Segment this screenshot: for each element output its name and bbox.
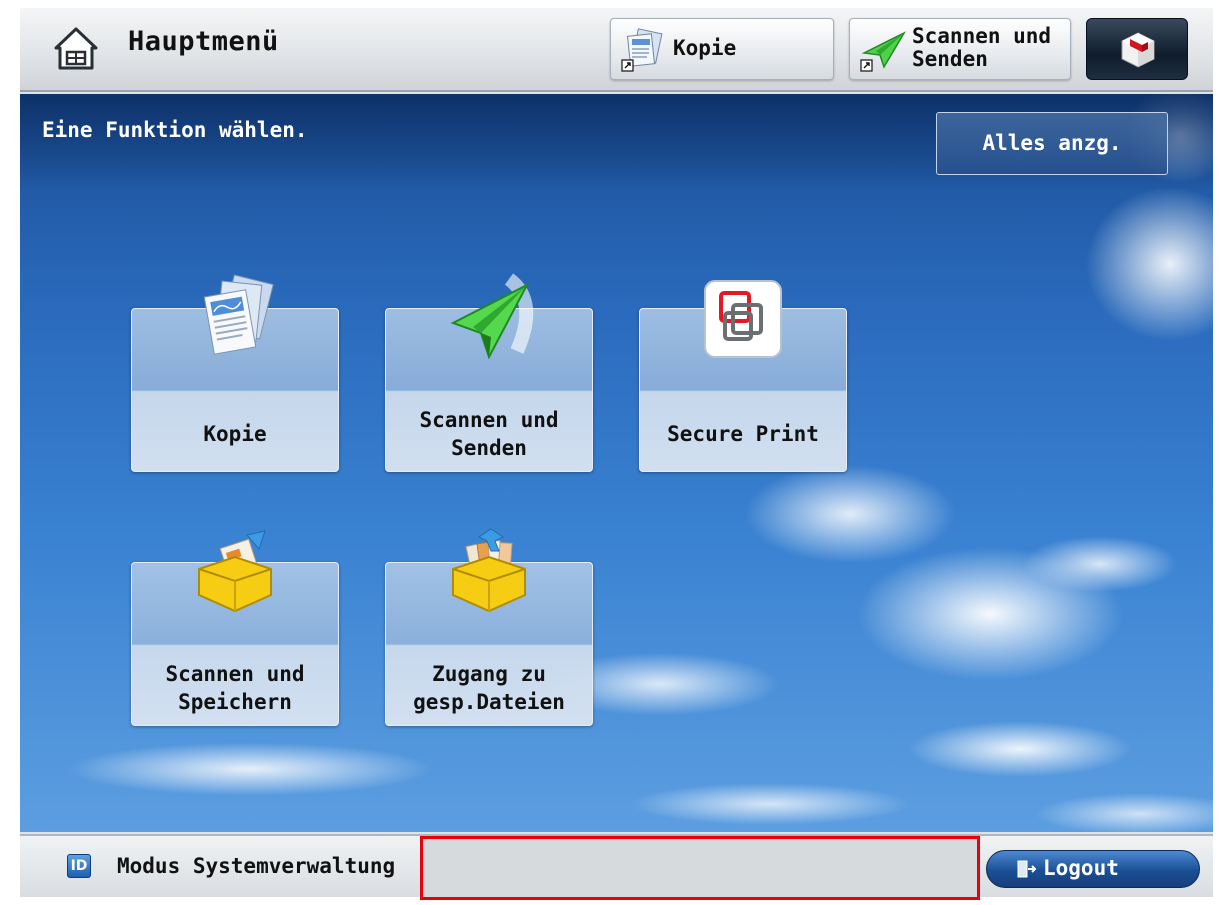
logout-door-icon (1017, 860, 1037, 878)
tile-stored-files-label: Zugang zu gesp.Dateien (413, 662, 565, 714)
show-all-button[interactable]: Alles anzg. (936, 112, 1168, 175)
page-title: Hauptmenü (128, 26, 279, 57)
tile-copy[interactable]: Kopie (131, 274, 339, 472)
copy-doc-icon (203, 274, 274, 355)
scan-store-box-icon (198, 530, 272, 613)
tile-scan-store[interactable]: Scannen und Speichern (131, 530, 339, 726)
tile-stored-files[interactable]: Zugang zu gesp.Dateien (385, 528, 593, 726)
status-message-area (420, 836, 980, 900)
shortcut-copy-label: Kopie (673, 36, 737, 60)
copy-doc-icon (621, 28, 663, 72)
header-bar: Hauptmenü Kopie Scannen und Senden (20, 8, 1213, 92)
status-monitor-button[interactable] (1086, 18, 1188, 80)
shortcut-scan-send-button[interactable]: Scannen und Senden (849, 18, 1071, 80)
tile-scan-send[interactable]: Scannen und Senden (385, 273, 593, 472)
home-icon[interactable] (52, 24, 100, 72)
tile-scan-send-label: Scannen und Senden (419, 408, 559, 460)
shortcut-copy-button[interactable]: Kopie (610, 18, 834, 80)
main-menu-area: Eine Funktion wählen. Alles anzg. Kopie (20, 94, 1213, 832)
id-badge-icon: ID (67, 854, 91, 878)
status-monitor-icon (1121, 32, 1155, 68)
logout-label: Logout (1043, 856, 1119, 880)
paper-plane-icon (450, 273, 534, 360)
tile-secure-print-label: Secure Print (667, 422, 819, 446)
tile-secure-print[interactable]: Secure Print (639, 280, 847, 472)
paper-plane-icon (860, 31, 906, 72)
admin-mode-text: Modus Systemverwaltung (117, 854, 396, 878)
logout-button[interactable]: Logout (986, 850, 1200, 888)
tile-scan-store-label: Scannen und Speichern (165, 662, 305, 714)
instruction-text: Eine Funktion wählen. (42, 118, 308, 142)
secure-print-icon (704, 280, 782, 358)
shortcut-scan-send-label: Scannen und Senden (912, 24, 1052, 71)
tile-copy-label: Kopie (203, 422, 267, 446)
stored-files-box-icon (452, 528, 526, 613)
